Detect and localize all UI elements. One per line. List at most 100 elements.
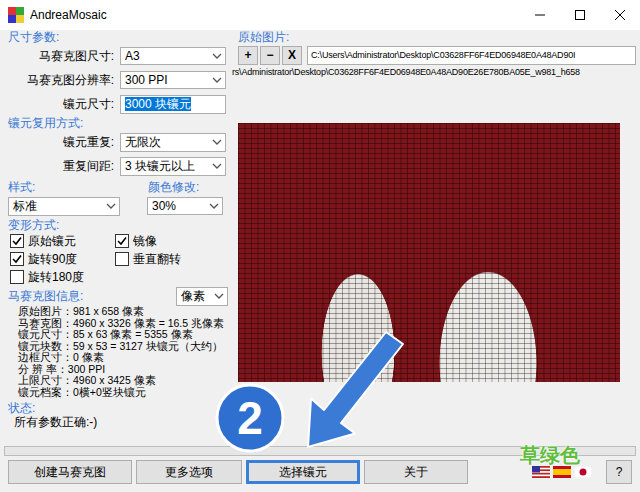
field-value: 300 PPI <box>125 73 168 87</box>
field-value-wrap: 无限次 <box>125 134 211 151</box>
info-line: 原始图片：981 x 658 像素 <box>18 306 232 318</box>
step-number-badge: 2 <box>217 385 283 451</box>
path-field[interactable]: C:\Users\Administrator\Desktop\C03628FF6… <box>307 46 636 65</box>
field-value-wrap: 3000 块镶元 <box>125 96 223 113</box>
maximize-icon <box>575 10 585 20</box>
action-button[interactable]: 关于 <box>364 460 468 484</box>
maximize-button[interactable] <box>560 0 600 30</box>
close-button[interactable] <box>600 0 640 30</box>
annotation-overlay <box>0 0 640 492</box>
help-button[interactable]: ? <box>606 460 632 484</box>
field-row: 马赛克图尺寸:A3 <box>8 44 232 68</box>
checkbox-label: 垂直翻转 <box>133 251 181 268</box>
field-value: 3 块镶元以上 <box>125 159 195 173</box>
dropdown[interactable]: 300 PPI <box>120 71 226 89</box>
info-line: 镶元块数：59 x 53 = 3127 块镶元（大约） <box>18 341 232 353</box>
chevron-down-icon <box>211 74 223 86</box>
checkmark-icon-svg <box>12 236 22 246</box>
info-line: 上限尺寸：4960 x 3425 像素 <box>18 375 232 387</box>
checkbox-option[interactable]: 旋转180度 <box>10 268 115 286</box>
source-panel: 原始图片: +−X C:\Users\Administrator\Desktop\C… <box>232 30 640 440</box>
chevron-down-icon <box>211 160 223 172</box>
field-label: 重复间距: <box>8 158 120 175</box>
chevron-down-icon <box>208 200 220 212</box>
style-dropdown[interactable]: 标准 <box>8 197 120 216</box>
us-flag-icon <box>532 466 550 478</box>
style-labels: 样式:颜色修改: <box>8 178 232 194</box>
section-heading: 尺寸参数: <box>8 30 232 44</box>
field-value-wrap: 标准 <box>13 198 105 215</box>
dropdown[interactable]: 3 块镶元以上 <box>120 157 226 176</box>
checkbox[interactable] <box>115 252 129 266</box>
info-line: 镶元尺寸：85 x 63 像素 = 5355 像素 <box>18 329 232 341</box>
info-header: 马赛克图信息: 像素 <box>8 286 232 306</box>
checkbox-option[interactable]: 旋转90度 <box>10 250 115 268</box>
style-label: 样式: <box>8 180 148 194</box>
section-heading: 镶元复用方式: <box>8 116 232 130</box>
checkbox-label: 旋转180度 <box>28 269 84 286</box>
dropdown[interactable]: A3 <box>120 47 226 65</box>
us-flag-icon-svg <box>532 466 550 478</box>
checkmark-icon <box>12 236 22 246</box>
chevron-down-icon-svg <box>211 74 223 86</box>
watermark: 草绿色 <box>520 442 580 469</box>
tile-count-input[interactable]: 3000 块镶元 <box>120 95 226 114</box>
app-mosaic-icon <box>8 7 24 23</box>
info-line: 分 辨 率：300 PPI <box>18 364 232 376</box>
field-value-wrap: 300 PPI <box>125 73 211 87</box>
action-button[interactable]: 选择镶元 <box>246 460 360 484</box>
chevron-down-icon-svg <box>208 200 220 212</box>
spain-flag-icon-svg <box>553 466 571 478</box>
field-value: 像素 <box>181 289 205 303</box>
title-bar: AndreaMosaic <box>0 0 640 30</box>
source-row: +−X C:\Users\Administrator\Desktop\C03628… <box>232 44 640 66</box>
tool-button[interactable]: − <box>260 46 280 65</box>
chevron-down-icon <box>213 290 225 302</box>
field-row: 重复间距: 3 块镶元以上 <box>8 154 232 178</box>
checkbox[interactable] <box>10 270 24 284</box>
action-button[interactable]: 创建马赛克图 <box>8 460 132 484</box>
checkbox-label: 镜像 <box>133 233 157 250</box>
chevron-down-icon <box>105 200 117 212</box>
field-value-wrap: A3 <box>125 49 211 63</box>
japan-flag-icon <box>574 466 592 478</box>
field-label: 镶元重复: <box>8 134 120 151</box>
checkbox[interactable] <box>115 234 129 248</box>
info-line: 镶元档案：0横+0竖块镶元 <box>18 387 232 399</box>
checkbox-option[interactable]: 原始镶元 <box>10 232 115 250</box>
field-label: 镶元尺寸: <box>8 96 120 113</box>
dropdown[interactable]: 无限次 <box>120 133 226 152</box>
minimize-button[interactable] <box>520 0 560 30</box>
section-heading: 状态: <box>8 401 232 415</box>
chevron-down-icon <box>211 50 223 62</box>
checkmark-icon-svg <box>117 236 127 246</box>
color-mod-dropdown[interactable]: 30% <box>147 197 223 215</box>
field-value: 无限次 <box>125 135 161 149</box>
checkbox-option[interactable]: 镜像 <box>115 232 225 250</box>
main-area: 尺寸参数:马赛克图尺寸:A3马赛克图分辨率:300 PPI 镶元尺寸: 3000 块… <box>0 30 640 440</box>
field-row: 马赛克图分辨率:300 PPI <box>8 68 232 92</box>
style-row: 标准 30% <box>8 194 232 218</box>
section-heading: 马赛克图信息: <box>8 289 83 303</box>
checkbox-option[interactable]: 垂直翻转 <box>115 250 225 268</box>
section-heading: 原始图片: <box>232 30 640 44</box>
checkbox[interactable] <box>10 234 24 248</box>
chevron-down-icon-svg <box>105 200 117 212</box>
unit-dropdown[interactable]: 像素 <box>176 287 228 306</box>
tool-button[interactable]: + <box>238 46 258 65</box>
chevron-down-icon <box>211 136 223 148</box>
checkbox-label: 原始镶元 <box>28 233 76 250</box>
field-value-wrap: 像素 <box>181 288 213 305</box>
settings-panel: 尺寸参数:马赛克图尺寸:A3马赛克图分辨率:300 PPI 镶元尺寸: 3000 块… <box>0 30 232 440</box>
info-line: 马赛克图：4960 x 3326 像素 = 16.5 兆像素 <box>18 318 232 330</box>
checkbox[interactable] <box>10 252 24 266</box>
app-mosaic-icon-svg <box>8 7 24 23</box>
transform-options: 原始镶元 镜像旋转90度 垂直翻转旋转180度 <box>8 232 232 286</box>
action-button[interactable]: 更多选项 <box>136 460 242 484</box>
close-icon <box>615 10 625 20</box>
field-row: 镶元重复: 无限次 <box>8 130 232 154</box>
spain-flag-icon <box>553 466 571 478</box>
tool-button[interactable]: X <box>282 46 302 65</box>
full-path: rs\Administrator\Desktop\C03628FF6F4ED06… <box>232 66 640 78</box>
field-value-wrap: 30% <box>152 199 208 213</box>
